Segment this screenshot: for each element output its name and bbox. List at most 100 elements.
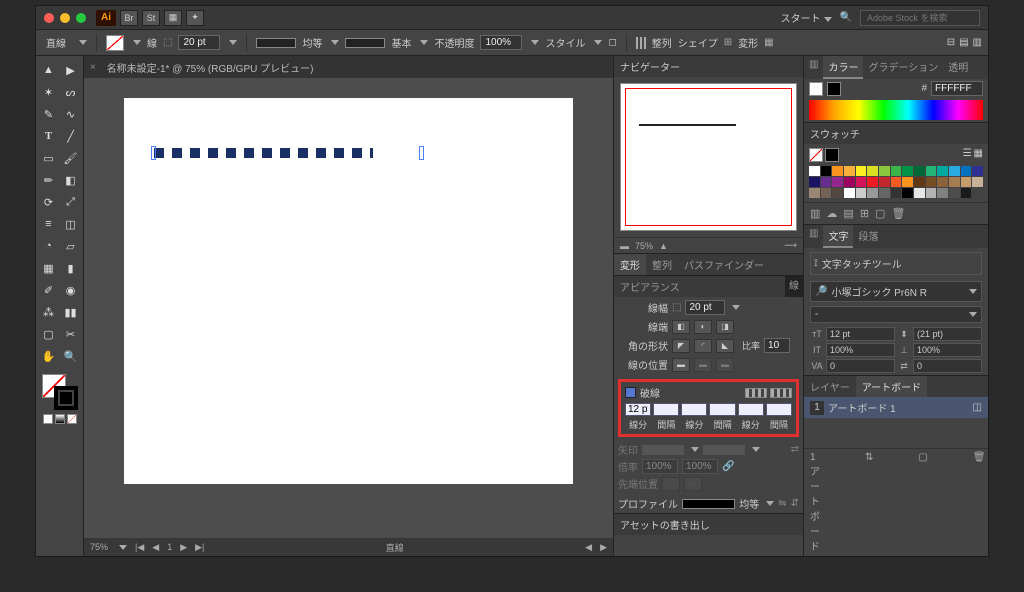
search-icon[interactable]: 🔍 xyxy=(840,12,852,23)
rectangle-tool[interactable]: ▭ xyxy=(39,148,59,168)
dash-3-input[interactable] xyxy=(738,403,764,416)
tracking-input[interactable]: 0 xyxy=(826,359,895,373)
symbol-sprayer-tool[interactable]: ⁂ xyxy=(39,302,59,322)
zoom-status[interactable]: 75% xyxy=(90,542,108,552)
swatch-cell[interactable] xyxy=(949,166,960,176)
cap-square-icon[interactable]: ◨ xyxy=(716,320,734,334)
hex-input[interactable] xyxy=(931,81,983,96)
swatch-cell[interactable] xyxy=(926,166,937,176)
swatch-cell[interactable] xyxy=(856,188,867,198)
style-chip-icon[interactable]: ◻ xyxy=(608,37,616,48)
curvature-tool[interactable]: ∿ xyxy=(61,104,81,124)
delete-artboard-icon[interactable]: 🗑 xyxy=(973,452,986,553)
zoom-out-icon[interactable]: ▬ xyxy=(620,241,629,251)
isolate-icon[interactable]: ⊟ xyxy=(947,37,955,48)
tab-artboards[interactable]: アートボード xyxy=(856,376,927,397)
selection-handle-right[interactable] xyxy=(419,146,424,160)
tab-align[interactable]: 整列 xyxy=(646,254,678,275)
dash-preserve-icon[interactable] xyxy=(745,388,767,398)
scroll-left-icon[interactable]: ◀ xyxy=(585,542,592,553)
new-swatch-icon[interactable]: ▢ xyxy=(875,207,885,220)
lasso-tool[interactable]: ᔕ xyxy=(61,82,81,102)
leading-input[interactable]: (21 pt) xyxy=(913,327,982,341)
scroll-right-icon[interactable]: ▶ xyxy=(600,542,607,553)
swatch-cell[interactable] xyxy=(926,188,937,198)
tab-transform[interactable]: 変形 xyxy=(614,254,646,275)
color-stroke-swatch[interactable] xyxy=(827,82,841,96)
selection-handle-left[interactable] xyxy=(151,146,156,160)
document-tab[interactable]: × 名称未設定-1* @ 75% (RGB/GPU プレビュー) xyxy=(84,56,613,78)
tab-layers[interactable]: レイヤー xyxy=(804,376,856,397)
swatch-cell[interactable] xyxy=(949,188,960,198)
perspective-tool[interactable]: ▱ xyxy=(61,236,81,256)
vscale-input[interactable]: 100% xyxy=(826,343,895,357)
hand-tool[interactable]: ✋ xyxy=(39,346,59,366)
arrange-icon[interactable]: ▦ xyxy=(164,10,182,26)
corner-miter-icon[interactable]: ◤ xyxy=(672,339,690,353)
stroke-weight-input[interactable] xyxy=(178,35,220,50)
swatch-cell[interactable] xyxy=(867,188,878,198)
swatch-cell[interactable] xyxy=(809,177,820,187)
flip-h-icon[interactable]: ⇋ xyxy=(778,498,786,509)
swatch-cell[interactable] xyxy=(832,177,843,187)
color-spectrum[interactable] xyxy=(809,100,983,120)
navigator-preview[interactable] xyxy=(620,83,797,231)
swatch-grid-icon[interactable]: ▦ xyxy=(974,148,983,162)
swatch-cell[interactable] xyxy=(879,166,890,176)
touch-type-tool[interactable]: ⟟文字タッチツール xyxy=(810,252,982,275)
char-panel-icon[interactable]: ▥ xyxy=(804,225,823,248)
tab-transparency[interactable]: 透明 xyxy=(943,56,973,79)
kerning-input[interactable]: 0 xyxy=(913,359,982,373)
slice-tool[interactable]: ✂ xyxy=(61,324,81,344)
selection-tool[interactable]: ▲ xyxy=(39,60,59,80)
transform-label[interactable]: 変形 xyxy=(738,35,758,50)
last-page-icon[interactable]: ▶| xyxy=(195,542,204,553)
more-icon-1[interactable]: ▤ xyxy=(959,37,968,48)
pen-tool[interactable]: ✎ xyxy=(39,104,59,124)
fill-stroke-indicator[interactable] xyxy=(42,374,78,410)
none-mode-icon[interactable] xyxy=(67,414,77,424)
eyedropper-tool[interactable]: ✐ xyxy=(39,280,59,300)
tab-character[interactable]: 文字 xyxy=(823,225,853,248)
swatch-cell[interactable] xyxy=(949,177,960,187)
swatch-cell[interactable] xyxy=(961,188,972,198)
swatch-cell[interactable] xyxy=(937,166,948,176)
stroke-profile-preview[interactable] xyxy=(256,38,296,48)
color-fill-swatch[interactable] xyxy=(809,82,823,96)
align-center-icon[interactable]: ▬ xyxy=(672,358,690,372)
arrow-align-2-icon[interactable]: ⊢ xyxy=(684,477,702,491)
align-inside-icon[interactable]: ▬ xyxy=(694,358,712,372)
swatch-cell[interactable] xyxy=(856,166,867,176)
adobe-stock-search[interactable] xyxy=(860,10,980,26)
font-style-select[interactable]: - xyxy=(810,306,982,323)
swatch-cell[interactable] xyxy=(832,166,843,176)
swatch-cell[interactable] xyxy=(972,177,983,187)
arrow-end[interactable] xyxy=(703,445,745,455)
opacity-input[interactable] xyxy=(480,35,522,50)
next-page-icon[interactable]: ▶ xyxy=(180,542,187,553)
canvas[interactable] xyxy=(84,78,613,538)
arrow-align-1-icon[interactable]: → xyxy=(662,477,680,491)
swatch-cell[interactable] xyxy=(961,177,972,187)
lib-icon[interactable]: ▥ xyxy=(810,207,820,220)
width-tool[interactable]: ≡ xyxy=(39,214,59,234)
dash-align-icon[interactable] xyxy=(770,388,792,398)
swatch-cell[interactable] xyxy=(891,166,902,176)
reorder-icon[interactable]: ⇅ xyxy=(865,452,873,553)
artboard-options-icon[interactable]: ◫ xyxy=(973,402,982,413)
swatch-cell[interactable] xyxy=(926,177,937,187)
more-icon-2[interactable]: ▥ xyxy=(973,37,982,48)
font-family-select[interactable]: 🔎小塚ゴシック Pr6N R xyxy=(810,281,982,302)
flip-v-icon[interactable]: ⇵ xyxy=(791,498,799,509)
swatch-cell[interactable] xyxy=(832,188,843,198)
rotate-tool[interactable]: ⟳ xyxy=(39,192,59,212)
swatch-cell[interactable] xyxy=(902,188,913,198)
swatch-cell[interactable] xyxy=(891,188,902,198)
gap-3-input[interactable] xyxy=(766,403,792,416)
align-icon[interactable]: ⊞ xyxy=(724,37,732,48)
dash-1-input[interactable] xyxy=(625,403,651,416)
swatch-cell[interactable] xyxy=(902,166,913,176)
libraries-icon[interactable]: ▥ xyxy=(804,56,823,79)
artboard-row[interactable]: 1 アートボード 1 ◫ xyxy=(804,397,988,418)
swatch-cell[interactable] xyxy=(867,177,878,187)
